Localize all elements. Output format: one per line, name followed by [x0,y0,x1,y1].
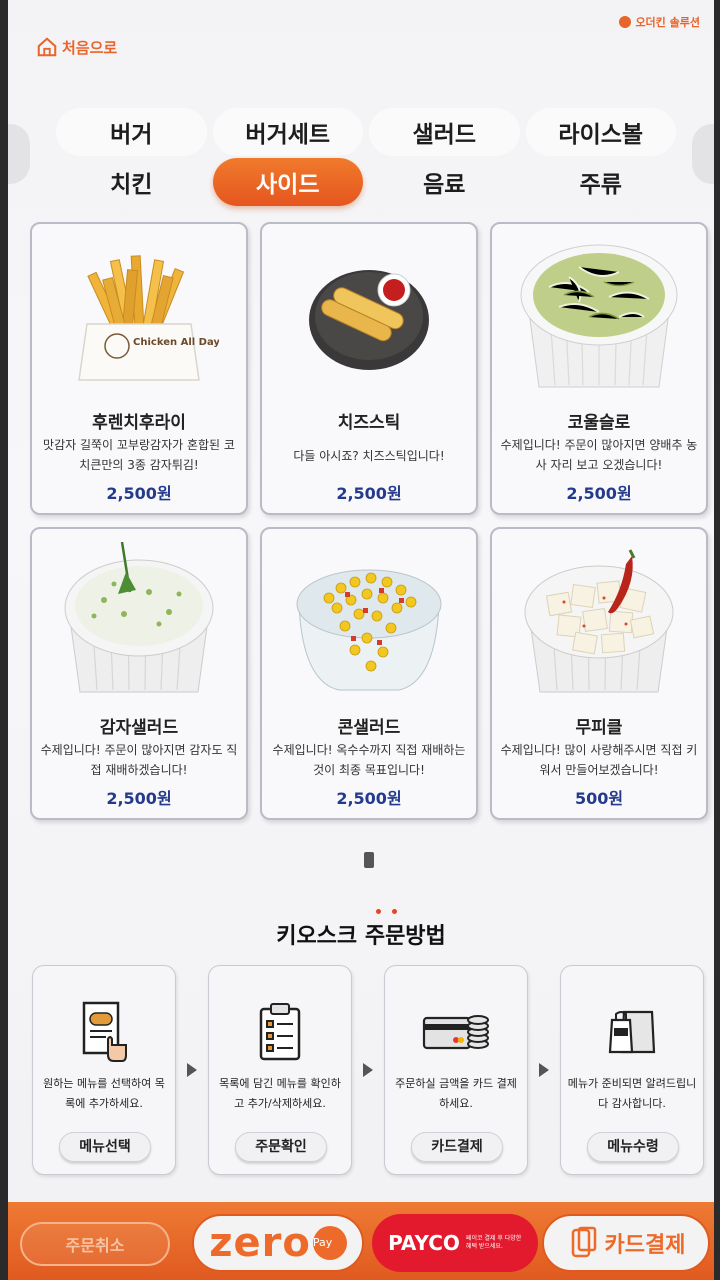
menu-name: 무피클 [575,718,623,738]
step-arrow-icon [539,1063,549,1077]
french-fries-image: Chicken All Day! [32,232,246,402]
card-pay-label: 카드결제 [604,1233,686,1258]
category-tabs: 버거 버거세트 샐러드 라이스볼 치킨 사이드 음료 주류 [56,108,676,208]
payco-subtext: 페이코 결제 후 다양한 혜택 받으세요. [465,1235,522,1250]
tab-rice-bowl[interactable]: 라이스볼 [525,108,676,156]
card-payment-button[interactable]: 카드결제 [411,1132,503,1162]
step-arrow-icon [363,1063,373,1077]
home-label: 처음으로 [62,38,118,57]
tab-chicken[interactable]: 치킨 [56,158,207,206]
menu-desc: 수제입니다! 주문이 많아지면 양배추 농사 자리 보고 오겠습니다! [500,438,698,472]
menu-pickup-button[interactable]: 메뉴수령 [587,1132,679,1162]
home-button[interactable]: 처음으로 [36,36,117,58]
payment-bar: 주문취소 zero Pay PAYCO 페이코 결제 후 다양한 혜택 받으세요… [8,1202,714,1280]
menu-desc: 수제입니다! 주문이 많아지면 감자도 직접 재배하겠습니다! [40,743,238,777]
menu-grid: Chicken All Day! 후렌치후라이 맛감자 길쭉이 꼬부랑감자가 혼… [30,222,710,820]
tab-side[interactable]: 사이드 [212,158,363,206]
zeropay-button[interactable]: zero Pay [192,1214,364,1272]
tab-burger-set[interactable]: 버거세트 [212,108,363,156]
menu-name: 콘샐러드 [337,718,401,738]
step-text: 원하는 메뉴를 선택하여 목록에 추가하세요. [43,1077,165,1110]
cancel-order-button[interactable]: 주문취소 [20,1222,170,1266]
guide-step-payment: 주문하실 금액을 카드 결제하세요. 카드결제 [384,965,528,1175]
menu-price: 2,500원 [106,484,172,503]
card-pay-button[interactable]: 카드결제 [542,1214,710,1272]
menu-desc: 맛감자 길쭉이 꼬부랑감자가 혼합된 코치큰만의 3종 감자튀김! [43,438,235,472]
menu-card-potato-salad[interactable]: 감자샐러드 수제입니다! 주문이 많아지면 감자도 직접 재배하겠습니다! 2,… [30,527,248,820]
tab-burger[interactable]: 버거 [56,108,207,156]
menu-price: 500원 [574,789,624,808]
payco-logo: PAYCO [388,1231,460,1255]
step-text: 목록에 담긴 메뉴를 확인하고 추가/삭제하세요. [219,1077,341,1110]
card-reader-icon [571,1226,596,1258]
step-text: 메뉴가 준비되면 알려드립니다 감사합니다. [567,1077,697,1110]
menu-price: 2,500원 [566,484,632,503]
cheese-stick-image [262,232,476,402]
brand-icon [619,16,632,28]
card-coins-icon [385,998,527,1064]
menu-name: 감자샐러드 [99,718,179,738]
takeout-bag-icon [561,998,703,1064]
kiosk-screen: 처음으로 오더킨 솔루션 버거 버거세트 샐러드 라이스볼 치킨 사이드 음료 … [0,0,720,1280]
tab-salad[interactable]: 샐러드 [369,108,520,156]
brand-name: 오더킨 솔루션 [635,16,700,29]
menu-name: 후렌치후라이 [92,413,186,433]
guide-step-pickup: 메뉴가 준비되면 알려드립니다 감사합니다. 메뉴수령 [560,965,704,1175]
menu-desc: 수제입니다! 옥수수까지 직접 재배하는 것이 최종 목표입니다! [272,743,466,777]
order-confirm-button[interactable]: 주문확인 [235,1132,327,1162]
menu-card-corn-salad[interactable]: 콘샐러드 수제입니다! 옥수수까지 직접 재배하는 것이 최종 목표입니다! 2… [260,527,478,820]
menu-card-french-fries[interactable]: Chicken All Day! 후렌치후라이 맛감자 길쭉이 꼬부랑감자가 혼… [30,222,248,515]
order-guide-steps: 원하는 메뉴를 선택하여 목록에 추가하세요. 메뉴선택 목록에 담긴 메뉴를 … [32,964,704,1176]
brand-logo: 오더킨 솔루션 [619,14,700,30]
menu-select-icon [33,998,175,1064]
tab-alcohol[interactable]: 주류 [526,158,677,206]
page-indicator [364,852,374,868]
guide-title: 키오스크 주문방법 [276,924,446,949]
home-icon [37,37,57,57]
corn-salad-image [262,537,476,707]
radish-pickle-image [492,537,706,707]
zeropay-pay-badge: Pay [312,1226,347,1260]
menu-select-button[interactable]: 메뉴선택 [59,1132,151,1162]
potato-salad-image [32,537,246,707]
menu-card-coleslaw[interactable]: 코울슬로 수제입니다! 주문이 많아지면 양배추 농사 자리 보고 오겠습니다!… [490,222,708,515]
guide-step-confirm: 목록에 담긴 메뉴를 확인하고 추가/삭제하세요. 주문확인 [208,965,352,1175]
menu-name: 치즈스틱 [337,413,401,433]
menu-desc: 다들 아시죠? 치즈스틱입니다! [293,449,445,463]
payco-button[interactable]: PAYCO 페이코 결제 후 다양한 혜택 받으세요. [372,1214,538,1272]
step-text: 주문하실 금액을 카드 결제하세요. [395,1077,517,1110]
menu-card-cheese-stick[interactable]: 치즈스틱 다들 아시죠? 치즈스틱입니다! 2,500원 [260,222,478,515]
coleslaw-image [492,232,706,402]
tab-drink[interactable]: 음료 [369,158,520,206]
menu-price: 2,500원 [336,484,402,503]
menu-card-radish-pickle[interactable]: 무피클 수제입니다! 많이 사랑해주시면 직접 키워서 만들어보겠습니다! 50… [490,527,708,820]
zeropay-logo: zero [209,1220,311,1266]
menu-desc: 수제입니다! 많이 사랑해주시면 직접 키워서 만들어보겠습니다! [500,743,698,777]
scroll-right-handle[interactable] [692,124,714,184]
menu-price: 2,500원 [336,789,402,808]
title-accent-dots [376,909,397,914]
fries-bag-text: Chicken All Day! [133,337,219,348]
guide-step-select: 원하는 메뉴를 선택하여 목록에 추가하세요. 메뉴선택 [32,965,176,1175]
clipboard-icon [209,998,351,1064]
menu-price: 2,500원 [106,789,172,808]
scroll-left-handle[interactable] [8,124,30,184]
menu-name: 코울슬로 [567,413,631,433]
top-bar: 처음으로 오더킨 솔루션 [8,0,714,90]
step-arrow-icon [187,1063,197,1077]
